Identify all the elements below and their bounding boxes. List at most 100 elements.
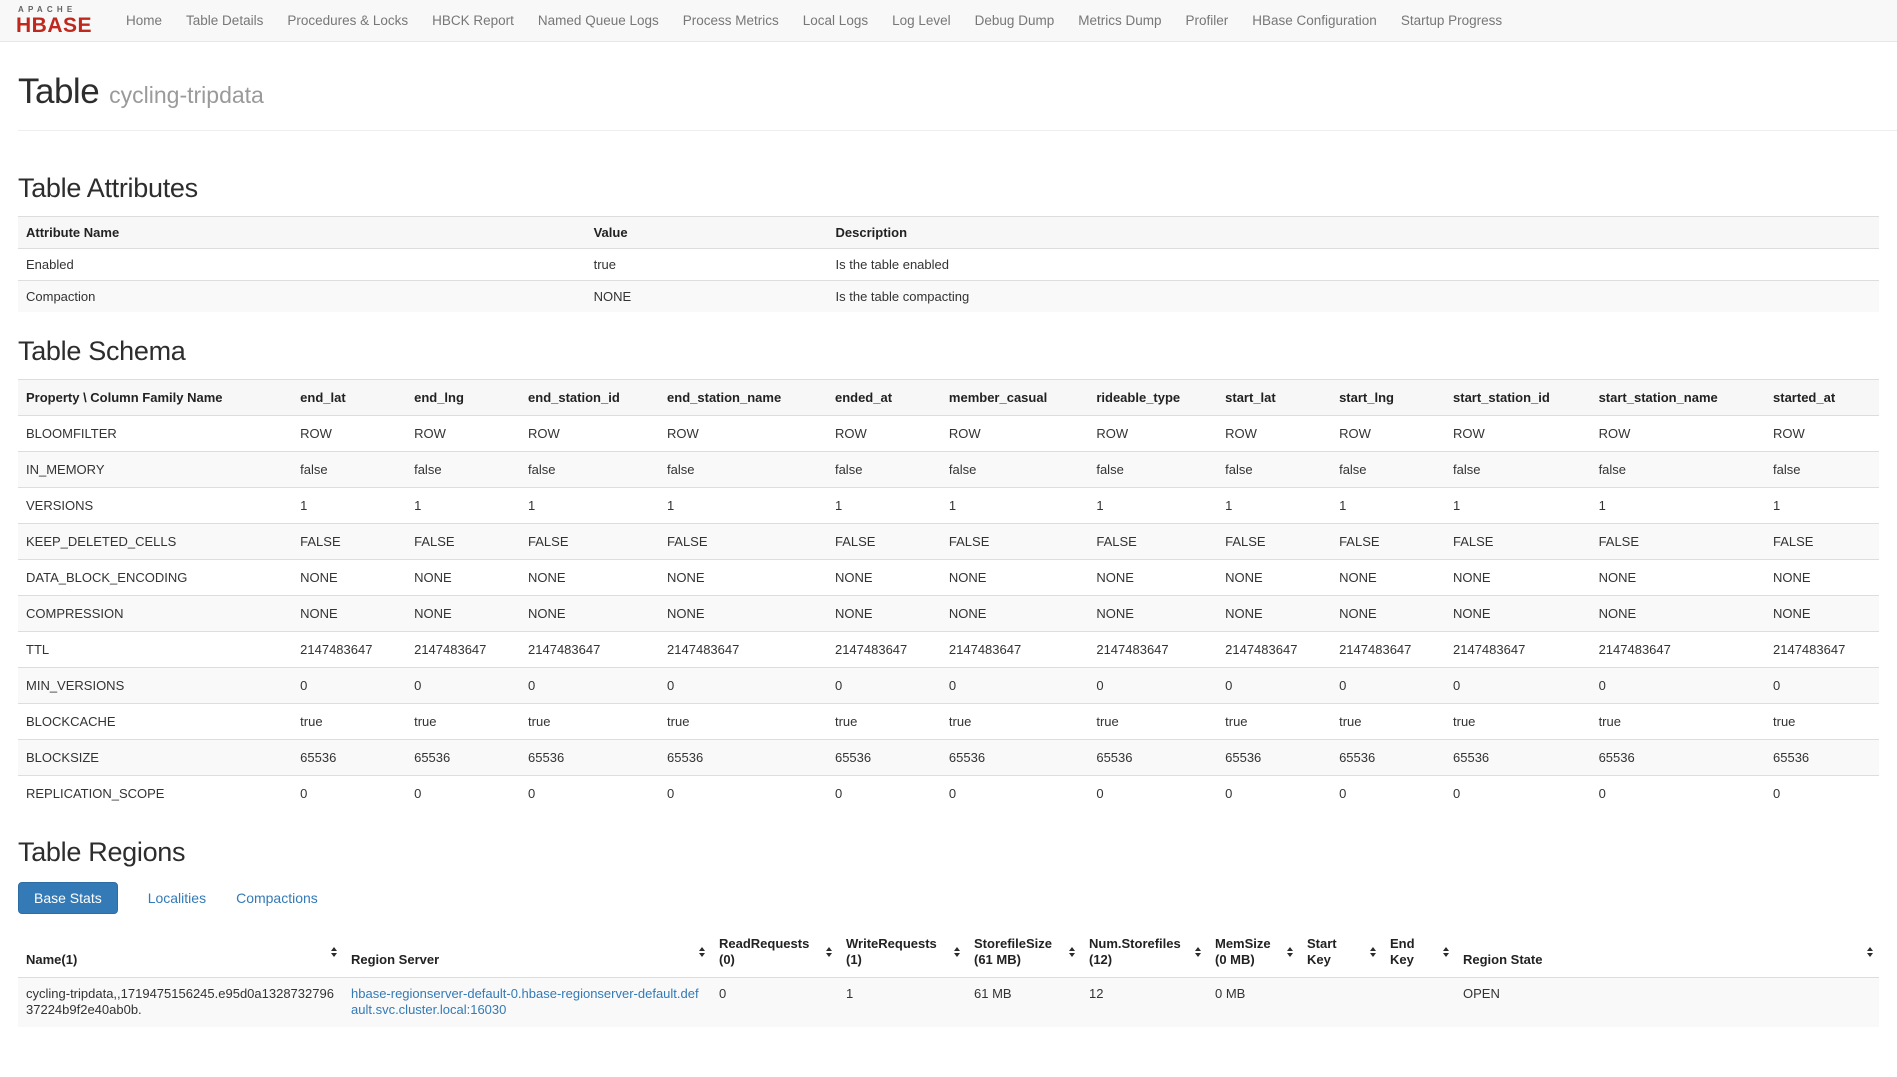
region-mem-size-cell: 0 MB [1207,977,1299,1027]
regions-column-header-num-storefiles-12[interactable]: Num.Storefiles (12) [1081,928,1207,977]
nav-link-profiler[interactable]: Profiler [1173,2,1240,39]
schema-value-cell: NONE [827,596,941,632]
attribute-cell: true [586,249,828,281]
nav-link-startup-progress[interactable]: Startup Progress [1389,2,1514,39]
table-schema-section: Table Schema Property \ Column Family Na… [18,336,1879,811]
sort-up-arrow [954,947,960,951]
regions-column-header-label: End Key [1390,936,1415,967]
sort-icon [699,947,705,957]
schema-value-cell: 0 [1591,668,1765,704]
schema-value-cell: false [1765,452,1879,488]
nav-item: Procedures & Locks [275,2,420,39]
attributes-column-header-value: Value [586,217,828,249]
table-name: cycling-tripdata [109,82,264,108]
schema-property-cell: IN_MEMORY [18,452,292,488]
schema-column-header-end-lng: end_lng [406,380,520,416]
schema-value-cell: NONE [406,596,520,632]
schema-column-header-property-column-family-name: Property \ Column Family Name [18,380,292,416]
nav-item: Table Details [174,2,275,39]
schema-value-cell: ROW [659,416,827,452]
schema-value-cell: NONE [1088,560,1217,596]
regions-column-header-label: Start Key [1307,936,1337,967]
schema-value-cell: 0 [406,668,520,704]
schema-row: REPLICATION_SCOPE000000000000 [18,776,1879,812]
nav-link-debug-dump[interactable]: Debug Dump [963,2,1067,39]
nav-link-metrics-dump[interactable]: Metrics Dump [1066,2,1173,39]
schema-property-cell: BLOCKCACHE [18,704,292,740]
nav-item: HBCK Report [420,2,526,39]
regions-column-header-writerequests-1[interactable]: WriteRequests (1) [838,928,966,977]
schema-value-cell: 65536 [292,740,406,776]
schema-value-cell: true [1217,704,1331,740]
sort-down-arrow [331,953,337,957]
regions-column-header-name-1[interactable]: Name(1) [18,928,343,977]
nav-link-home[interactable]: Home [114,2,174,39]
regions-column-header-region-state[interactable]: Region State [1455,928,1879,977]
regions-column-header-start-key[interactable]: Start Key [1299,928,1382,977]
schema-column-header-ended-at: ended_at [827,380,941,416]
sort-icon [1370,947,1376,957]
region-name-cell: cycling-tripdata,,1719475156245.e95d0a13… [18,977,343,1027]
nav-link-process-metrics[interactable]: Process Metrics [671,2,791,39]
sort-up-arrow [1195,947,1201,951]
tab-compactions[interactable]: Compactions [236,890,318,906]
schema-value-cell: false [1445,452,1591,488]
schema-value-cell: NONE [1591,560,1765,596]
region-storefile-size-cell: 61 MB [966,977,1081,1027]
schema-value-cell: true [1765,704,1879,740]
schema-value-cell: false [659,452,827,488]
nav-link-local-logs[interactable]: Local Logs [791,2,880,39]
schema-value-cell: 1 [520,488,659,524]
schema-value-cell: 0 [520,776,659,812]
nav-link-log-level[interactable]: Log Level [880,2,963,39]
schema-property-cell: COMPRESSION [18,596,292,632]
sort-down-arrow [954,953,960,957]
regions-column-header-storefilesize-61-mb[interactable]: StorefileSize (61 MB) [966,928,1081,977]
schema-row: KEEP_DELETED_CELLSFALSEFALSEFALSEFALSEFA… [18,524,1879,560]
sort-down-arrow [699,953,705,957]
sort-down-arrow [1069,953,1075,957]
schema-value-cell: 2147483647 [1088,632,1217,668]
schema-value-cell: NONE [941,596,1088,632]
schema-value-cell: NONE [1765,596,1879,632]
nav-link-table-details[interactable]: Table Details [174,2,275,39]
schema-value-cell: 0 [1088,776,1217,812]
region-server-link[interactable]: hbase-regionserver-default-0.hbase-regio… [351,986,699,1018]
schema-column-header-start-lng: start_lng [1331,380,1445,416]
schema-value-cell: NONE [1445,560,1591,596]
attributes-column-header-description: Description [828,217,1879,249]
schema-value-cell: false [941,452,1088,488]
nav-link-named-queue-logs[interactable]: Named Queue Logs [526,2,671,39]
schema-value-cell: 65536 [1088,740,1217,776]
schema-property-cell: REPLICATION_SCOPE [18,776,292,812]
sort-icon [331,947,337,957]
nav-item: Startup Progress [1389,2,1514,39]
main-content: Tablecycling-tripdata Table Attributes A… [0,72,1897,1027]
schema-value-cell: true [1088,704,1217,740]
regions-column-header-memsize-0-mb[interactable]: MemSize (0 MB) [1207,928,1299,977]
nav-link-hbase-configuration[interactable]: HBase Configuration [1240,2,1389,39]
schema-property-cell: BLOCKSIZE [18,740,292,776]
schema-value-cell: FALSE [1217,524,1331,560]
tab-localities[interactable]: Localities [148,890,206,906]
schema-value-cell: 1 [292,488,406,524]
schema-value-cell: 0 [941,776,1088,812]
nav-link-hbck-report[interactable]: HBCK Report [420,2,526,39]
sort-up-arrow [1370,947,1376,951]
sort-up-arrow [1443,947,1449,951]
regions-column-header-label: WriteRequests (1) [846,936,937,967]
schema-value-cell: NONE [1217,560,1331,596]
regions-tabs: Base Stats Localities Compactions [18,882,1879,914]
regions-column-header-end-key[interactable]: End Key [1382,928,1455,977]
attributes-table: Attribute NameValueDescription Enabledtr… [18,216,1879,312]
schema-column-header-start-station-id: start_station_id [1445,380,1591,416]
nav-link-procedures-locks[interactable]: Procedures & Locks [275,2,420,39]
schema-value-cell: false [292,452,406,488]
regions-column-header-region-server[interactable]: Region Server [343,928,711,977]
regions-column-header-readrequests-0[interactable]: ReadRequests (0) [711,928,838,977]
tab-base-stats[interactable]: Base Stats [18,882,118,914]
schema-value-cell: 1 [1088,488,1217,524]
hbase-logo[interactable]: APACHE HBASE [16,6,92,36]
sort-icon [1069,947,1075,957]
schema-value-cell: NONE [1765,560,1879,596]
